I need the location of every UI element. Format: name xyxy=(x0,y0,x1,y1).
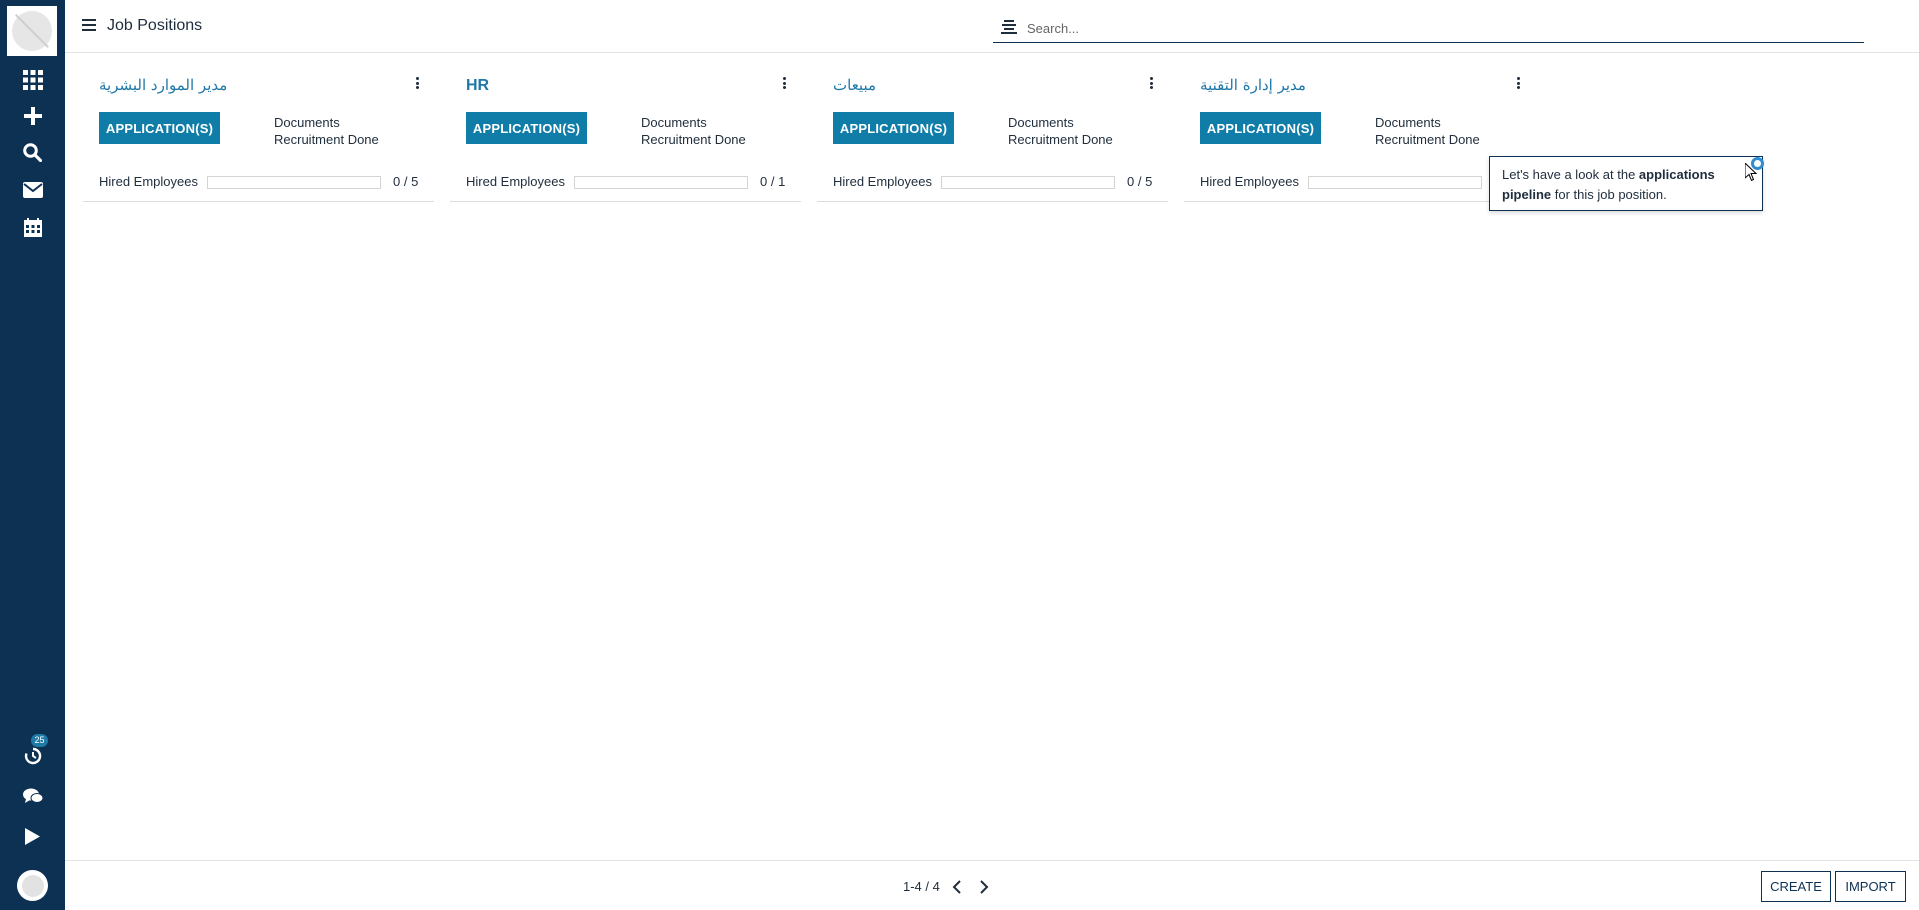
documents-link[interactable]: Documents xyxy=(274,115,340,130)
recruitment-done-link[interactable]: Recruitment Done xyxy=(641,132,746,147)
chat-icon[interactable] xyxy=(0,781,65,811)
job-title[interactable]: مدير إدارة التقنية xyxy=(1200,76,1306,94)
activity-count-badge: 25 xyxy=(31,734,48,747)
top-bar: Job Positions xyxy=(65,0,1919,53)
apps-grid-icon[interactable] xyxy=(0,65,65,95)
bottom-bar: 1-4 / 4 CREATE IMPORT xyxy=(65,860,1919,910)
card-menu-icon[interactable] xyxy=(413,76,421,90)
chevron-left-icon[interactable] xyxy=(950,879,964,895)
recruitment-done-link[interactable]: Recruitment Done xyxy=(1008,132,1113,147)
applications-button[interactable]: APPLICATION(S) xyxy=(833,112,954,144)
search-input[interactable] xyxy=(1027,18,1847,38)
mail-icon[interactable] xyxy=(0,175,65,205)
filter-toggle-icon[interactable] xyxy=(1001,20,1017,34)
create-button[interactable]: CREATE xyxy=(1761,871,1831,902)
applications-button[interactable]: APPLICATION(S) xyxy=(99,112,220,144)
job-title[interactable]: مدير الموارد البشرية xyxy=(99,76,227,94)
hired-count: 0 / 1 xyxy=(760,174,786,189)
hired-employees-label: Hired Employees xyxy=(833,174,932,189)
job-title[interactable]: مبيعات xyxy=(833,76,876,94)
card-menu-icon[interactable] xyxy=(1514,76,1522,90)
hired-progress-bar xyxy=(574,176,748,189)
mouse-cursor-icon xyxy=(1745,163,1757,182)
calendar-icon[interactable] xyxy=(0,212,65,242)
app-sidebar: 25 xyxy=(0,0,65,910)
page-title: Job Positions xyxy=(107,17,203,34)
hamburger-menu-icon[interactable] xyxy=(82,19,96,33)
job-card: HR APPLICATION(S) Documents Recruitment … xyxy=(450,68,801,202)
plus-icon[interactable] xyxy=(0,101,65,131)
recruitment-done-link[interactable]: Recruitment Done xyxy=(1375,132,1480,147)
documents-link[interactable]: Documents xyxy=(641,115,707,130)
play-icon[interactable] xyxy=(0,821,65,851)
job-card: مدير الموارد البشرية APPLICATION(S) Docu… xyxy=(83,68,434,202)
hired-progress-bar xyxy=(1308,176,1482,189)
search-icon[interactable] xyxy=(0,137,65,167)
camera-placeholder-icon xyxy=(21,874,44,897)
applications-button[interactable]: APPLICATION(S) xyxy=(466,112,587,144)
tooltip-text-prefix: Let's have a look at the xyxy=(1502,167,1639,182)
hired-count: 0 / 5 xyxy=(393,174,419,189)
search-bar xyxy=(993,14,1864,43)
card-menu-icon[interactable] xyxy=(1147,76,1155,90)
hired-employees-label: Hired Employees xyxy=(99,174,198,189)
user-avatar[interactable] xyxy=(17,870,48,901)
job-card: مدير إدارة التقنية APPLICATION(S) Docume… xyxy=(1184,68,1535,202)
job-title[interactable]: HR xyxy=(466,77,489,95)
documents-link[interactable]: Documents xyxy=(1375,115,1441,130)
onboarding-tooltip: Let's have a look at the applications pi… xyxy=(1489,156,1763,211)
tooltip-text-suffix: for this job position. xyxy=(1551,187,1667,202)
camera-placeholder-icon xyxy=(12,11,52,51)
card-menu-icon[interactable] xyxy=(780,76,788,90)
hired-employees-label: Hired Employees xyxy=(466,174,565,189)
applications-button[interactable]: APPLICATION(S) xyxy=(1200,112,1321,144)
import-button[interactable]: IMPORT xyxy=(1835,871,1906,902)
company-logo[interactable] xyxy=(7,6,57,56)
hired-employees-label: Hired Employees xyxy=(1200,174,1299,189)
hired-progress-bar xyxy=(207,176,381,189)
chevron-right-icon[interactable] xyxy=(977,879,991,895)
hired-count: 0 / 5 xyxy=(1127,174,1153,189)
activity-clock-icon[interactable]: 25 xyxy=(0,734,65,771)
job-card: مبيعات APPLICATION(S) Documents Recruitm… xyxy=(817,68,1168,202)
hired-progress-bar xyxy=(941,176,1115,189)
recruitment-done-link[interactable]: Recruitment Done xyxy=(274,132,379,147)
documents-link[interactable]: Documents xyxy=(1008,115,1074,130)
pager-value[interactable]: 1-4 / 4 xyxy=(903,879,940,894)
